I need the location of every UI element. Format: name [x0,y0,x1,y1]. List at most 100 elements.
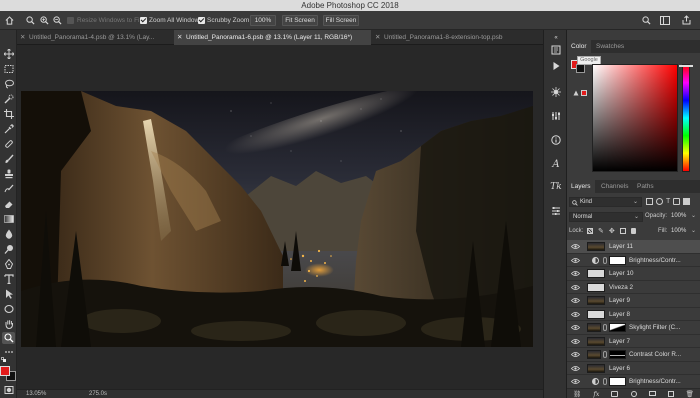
visibility-eye-icon[interactable] [571,311,580,318]
new-layer-icon[interactable] [667,390,674,397]
opacity-value[interactable]: 100% [671,213,686,219]
tab-channels[interactable]: Channels [597,180,632,193]
layer-name[interactable]: Layer 10 [609,267,634,280]
foreground-color-swatch[interactable] [0,366,10,376]
new-group-icon[interactable] [648,391,656,396]
shape-filter-icon[interactable] [673,198,681,205]
visibility-eye-icon[interactable] [571,365,580,372]
panorama-image[interactable] [21,91,533,347]
hue-slider[interactable] [682,64,690,172]
paragraph-icon[interactable]: Tk [550,181,562,193]
layer-name[interactable]: Layer 6 [609,362,630,375]
workspace-icon[interactable] [660,16,670,25]
resize-windows-checkbox[interactable] [67,17,74,24]
eraser-tool-icon[interactable] [2,198,15,210]
layer-mask-thumbnail[interactable] [609,255,626,265]
layer-row[interactable]: Layer 11 [567,240,700,254]
lock-image-icon[interactable]: ✎ [598,228,604,236]
fit-screen-button[interactable]: Fit Screen [282,15,318,26]
properties-icon[interactable] [550,110,562,122]
visibility-eye-icon[interactable] [571,324,580,331]
layer-row[interactable]: Layer 10 [567,267,700,281]
clone-stamp-tool-icon[interactable] [2,168,15,180]
visibility-eye-icon[interactable] [571,297,580,304]
lock-transparent-icon[interactable] [587,228,593,234]
visibility-eye-icon[interactable] [571,351,580,358]
pixel-filter-icon[interactable] [646,198,653,205]
zoom-readout[interactable]: 13.05% [26,391,46,397]
gradient-tool-icon[interactable] [2,213,15,225]
layer-row[interactable]: Skylight Filter (C... [567,321,700,335]
layer-row[interactable]: Layer 8 [567,308,700,321]
delete-layer-icon[interactable]: 🗑 [686,390,694,398]
tab-paths[interactable]: Paths [633,180,658,193]
layer-name[interactable]: Brightness/Contr... [629,375,681,388]
tab-color[interactable]: Color [567,40,591,53]
crop-tool-icon[interactable] [2,108,15,120]
adjustments-icon[interactable] [550,86,562,98]
visibility-eye-icon[interactable] [571,270,580,277]
collapse-panels-icon[interactable]: « [550,32,562,44]
pen-tool-icon[interactable] [2,258,15,270]
visibility-eye-icon[interactable] [571,257,580,264]
type-tool-icon[interactable] [2,273,15,285]
move-tool-icon[interactable] [2,48,15,60]
marquee-tool-icon[interactable] [2,63,15,75]
visibility-eye-icon[interactable] [571,243,580,250]
blend-mode-select[interactable]: Normal ⌄ [569,212,643,222]
color-panel-bg-swatch[interactable] [576,64,585,73]
character-icon[interactable]: A [550,158,562,170]
history-icon[interactable] [550,44,562,56]
layer-name[interactable]: Skylight Filter (C... [629,321,680,334]
layer-row[interactable]: Contrast Color R... [567,348,700,362]
zoom-all-checkbox[interactable] [140,17,147,24]
add-mask-icon[interactable] [611,390,619,397]
smart-object-filter-icon[interactable] [683,198,691,205]
layer-name[interactable]: Layer 7 [609,335,630,348]
zoom-out-icon[interactable] [53,16,62,25]
zoom-tool-active-icon[interactable] [2,332,15,344]
tab-panorama-6[interactable]: ✕ Untitled_Panorama1-6.psb @ 13.1% (Laye… [174,30,371,45]
layer-style-icon[interactable]: fx [593,390,599,398]
fill-screen-button[interactable]: Fill Screen [323,15,359,26]
layer-name[interactable]: Contrast Color R... [629,348,681,361]
hand-tool-icon[interactable] [2,318,15,330]
layer-filter-select[interactable]: Kind ⌄ [569,197,642,207]
tab-panorama-4[interactable]: ✕ Untitled_Panorama1-4.psb @ 13.1% (Lay.… [17,30,173,45]
visibility-eye-icon[interactable] [571,284,580,291]
gamut-color-chip[interactable] [581,90,587,96]
brush-tool-icon[interactable] [2,153,15,165]
home-icon[interactable] [5,16,14,25]
layer-row[interactable]: Layer 6 [567,362,700,375]
tab-layers[interactable]: Layers [567,180,595,193]
document-canvas[interactable] [17,45,543,389]
blur-tool-icon[interactable] [2,228,15,240]
layer-name[interactable]: Viveza 2 [609,281,633,294]
history-brush-tool-icon[interactable] [2,183,15,195]
default-colors-icon[interactable] [1,357,7,363]
layer-mask-thumbnail[interactable] [609,323,626,332]
lasso-tool-icon[interactable] [2,78,15,90]
type-filter-icon[interactable]: T [666,198,670,207]
actions-play-icon[interactable] [550,60,562,72]
layer-name[interactable]: Brightness/Contr... [629,254,681,267]
layer-name[interactable]: Layer 11 [609,240,633,253]
dodge-tool-icon[interactable] [2,243,15,255]
tab-swatches[interactable]: Swatches [592,40,628,53]
tab-panorama-8[interactable]: ✕ Untitled_Panorama1-8-extension-top.psb [372,30,543,45]
lock-position-icon[interactable]: ✥ [609,228,615,236]
color-picker-field[interactable] [592,64,678,172]
scrubby-zoom-checkbox[interactable] [198,17,205,24]
share-icon[interactable] [682,15,691,25]
link-layers-icon[interactable]: ⛓ [573,390,581,398]
chevron-down-icon[interactable]: ⌄ [691,227,696,234]
hue-slider-handle[interactable] [679,65,693,67]
quick-select-tool-icon[interactable] [2,93,15,105]
zoom-in-icon[interactable] [40,16,49,25]
visibility-eye-icon[interactable] [571,338,580,345]
layer-row[interactable]: Brightness/Contr... [567,254,700,267]
eyedropper-tool-icon[interactable] [2,123,15,135]
zoom-100-button[interactable]: 100% [250,15,276,26]
glyphs-icon[interactable] [550,205,562,217]
layer-mask-thumbnail[interactable] [609,350,626,359]
